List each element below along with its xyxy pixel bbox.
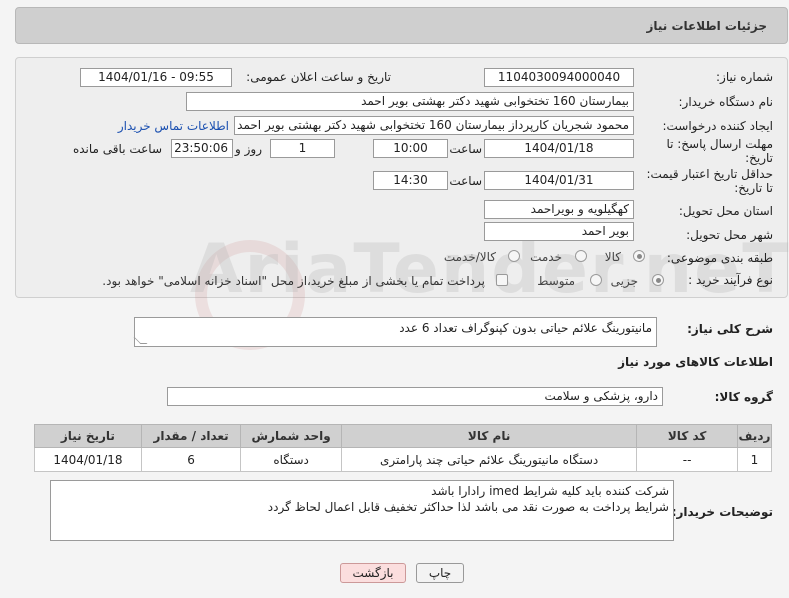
need-number-field: 1104030094000040 — [484, 68, 634, 87]
cell-row-number: 1 — [736, 447, 773, 472]
page-header: جزئیات اطلاعات نیاز — [15, 7, 788, 44]
goods-group-field: دارو، پزشکی و سلامت — [167, 387, 663, 406]
process-label: نوع فرآیند خرید : — [688, 273, 773, 287]
col-item-name: نام کالا — [340, 424, 638, 448]
need-number-label: شماره نیاز: — [716, 70, 773, 84]
deadline-label-text: مهلت ارسال پاسخ: تا تاریخ: — [666, 137, 773, 165]
category-radio-service[interactable] — [575, 250, 587, 262]
announce-value: 1404/01/16 - 09:55 — [98, 70, 214, 84]
cell-need-date: 1404/01/18 — [34, 447, 142, 472]
process-option-medium: متوسط — [537, 274, 575, 288]
announce-field: 1404/01/16 - 09:55 — [80, 68, 232, 87]
announce-label: تاریخ و ساعت اعلان عمومی: — [246, 70, 391, 84]
buyer-notes-textarea[interactable]: شرکت کننده باید کلیه شرایط imed رادارا ب… — [50, 480, 674, 541]
col-item-code: کد کالا — [636, 424, 738, 448]
col-unit: واحد شمارش — [240, 424, 342, 448]
days-field: 1 — [270, 139, 335, 158]
cell-unit: دستگاه — [240, 447, 342, 472]
deadline-date-field: 1404/01/18 — [484, 139, 634, 158]
table-row: 1 -- دستگاه مانیتورینگ علائم حیاتی چند پ… — [34, 447, 773, 472]
category-option-service: خدمت — [530, 250, 562, 264]
col-quantity: تعداد / مقدار — [140, 424, 242, 448]
province-label: استان محل تحویل: — [678, 204, 773, 218]
summary-label: شرح کلی نیاز: — [687, 322, 773, 336]
goods-group-label: گروه کالا: — [714, 390, 773, 404]
city-label: شهر محل تحویل: — [686, 228, 773, 242]
days-label: روز و — [235, 142, 262, 156]
table-header-row: ردیف کد کالا نام کالا واحد شمارش تعداد /… — [34, 424, 773, 448]
city-field: بویر احمد — [484, 222, 634, 241]
items-table: ردیف کد کالا نام کالا واحد شمارش تعداد /… — [34, 424, 773, 472]
treasury-payment-note: پرداخت تمام یا بخشی از مبلغ خرید،از محل … — [102, 274, 485, 288]
province-field: کهگیلویه و بویراحمد — [484, 200, 634, 219]
price-validity-time-label: ساعت — [449, 174, 482, 188]
cell-item-code: -- — [636, 447, 738, 472]
col-need-date: تاریخ نیاز — [34, 424, 142, 448]
print-button[interactable]: چاپ — [416, 563, 464, 583]
summary-text: مانیتورینگ علائم حیاتی بدون کپنوگراف تعد… — [399, 321, 652, 335]
goods-info-title: اطلاعات کالاهای مورد نیاز — [618, 355, 773, 369]
deadline-label: مهلت ارسال پاسخ: تا تاریخ: — [653, 137, 773, 165]
buyer-notes-line-1: شرکت کننده باید کلیه شرایط imed رادارا ب… — [431, 484, 669, 498]
back-button[interactable]: بازگشت — [340, 563, 406, 583]
category-radio-goods-service[interactable] — [508, 250, 520, 262]
price-validity-label: حداقل تاریخ اعتبار قیمت: تا تاریخ: — [643, 167, 773, 195]
creator-label: ایجاد کننده درخواست: — [662, 119, 773, 133]
contact-buyer-link[interactable]: اطلاعات تماس خریدار — [118, 119, 229, 133]
buyer-org-label: نام دستگاه خریدار: — [678, 95, 774, 109]
treasury-payment-checkbox[interactable] — [496, 274, 508, 286]
process-radio-medium[interactable] — [590, 274, 602, 286]
cell-item-name: دستگاه مانیتورینگ علائم حیاتی چند پارامت… — [340, 447, 638, 472]
category-radio-goods[interactable] — [633, 250, 645, 262]
category-label: طبقه بندی موضوعی: — [666, 251, 773, 265]
col-row-number: ردیف — [736, 424, 773, 448]
buyer-notes-label: توضیحات خریدار: — [671, 505, 773, 519]
process-radio-minor[interactable] — [652, 274, 664, 286]
cell-quantity: 6 — [140, 447, 242, 472]
remaining-label: ساعت باقی مانده — [72, 142, 162, 156]
buyer-notes-line-2: شرایط پرداخت به صورت نقد می باشد لذا حدا… — [267, 500, 669, 514]
deadline-time-field: 10:00 — [373, 139, 448, 158]
price-validity-time-field: 14:30 — [373, 171, 448, 190]
price-validity-date-field: 1404/01/31 — [484, 171, 634, 190]
buyer-org-field: بیمارستان 160 تختخوابی شهید دکتر بهشتی ب… — [186, 92, 634, 111]
deadline-time-label: ساعت — [449, 142, 482, 156]
price-validity-label-text: حداقل تاریخ اعتبار قیمت: تا تاریخ: — [646, 167, 773, 195]
resize-handle-icon[interactable] — [133, 337, 148, 344]
creator-field: محمود شجریان کارپرداز بیمارستان 160 تختخ… — [234, 116, 634, 135]
summary-textarea[interactable]: مانیتورینگ علائم حیاتی بدون کپنوگراف تعد… — [133, 317, 657, 347]
category-option-goods-service: کالا/خدمت — [443, 250, 496, 264]
category-option-goods: کالا — [604, 250, 621, 264]
page-title: جزئیات اطلاعات نیاز — [646, 19, 767, 33]
process-option-minor: جزیی — [610, 274, 638, 288]
remaining-time-field: 23:50:06 — [171, 139, 233, 158]
